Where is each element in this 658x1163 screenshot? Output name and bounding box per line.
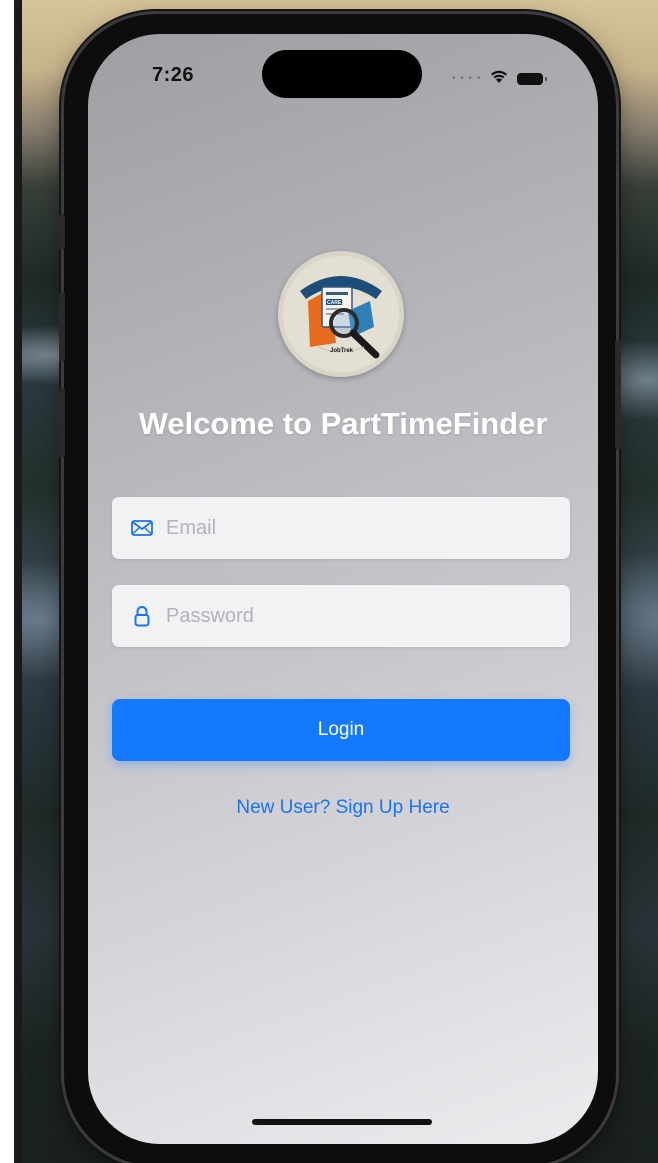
status-icons: • • • • (452, 68, 548, 89)
jobtrek-logo-icon: CARE JobTrek (283, 256, 399, 372)
envelope-icon (130, 516, 154, 540)
app-logo: CARE JobTrek (278, 251, 404, 377)
password-input[interactable] (166, 604, 546, 628)
power-button (615, 340, 621, 450)
dynamic-island (262, 50, 422, 98)
left-border (14, 0, 22, 1163)
logo-card-text: CARE (327, 300, 342, 306)
action-button (59, 214, 65, 250)
volume-down-button (59, 388, 65, 458)
email-input[interactable] (166, 516, 546, 540)
cellular-dots-icon: • • • • (452, 73, 482, 84)
volume-up-button (59, 292, 65, 362)
home-indicator[interactable] (252, 1119, 432, 1125)
app-screen: 7:26 • • • • CARE JobTrek Welcome to Par… (88, 34, 598, 1144)
battery-icon (517, 72, 548, 85)
page-title: Welcome to PartTimeFinder (138, 406, 548, 441)
password-field[interactable] (112, 585, 570, 647)
login-button[interactable]: Login (112, 699, 570, 761)
logo-text: JobTrek (330, 348, 354, 354)
lock-icon (130, 604, 154, 628)
email-field[interactable] (112, 497, 570, 559)
signup-link[interactable]: New User? Sign Up Here (88, 797, 598, 819)
wifi-icon (489, 68, 509, 89)
status-time: 7:26 (152, 64, 195, 86)
